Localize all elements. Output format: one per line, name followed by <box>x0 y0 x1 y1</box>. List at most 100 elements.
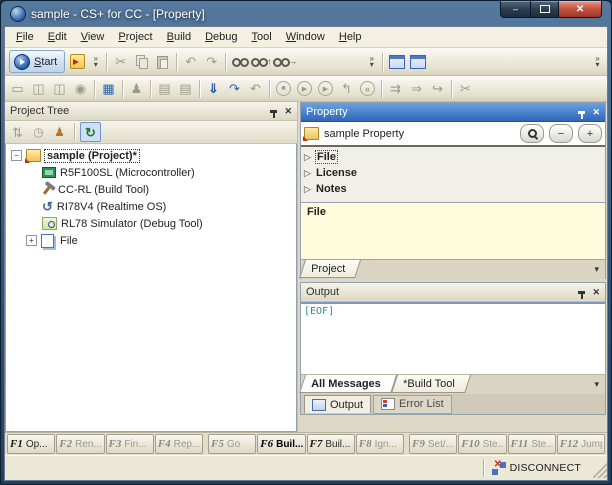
pin-icon[interactable] <box>578 291 585 294</box>
menu-file[interactable]: File <box>9 29 41 45</box>
menu-view[interactable]: View <box>74 29 112 45</box>
fkey-f4[interactable]: F4Rep... <box>155 434 203 454</box>
find-button[interactable] <box>230 52 249 72</box>
watch-window-button[interactable] <box>387 52 406 72</box>
sort-button[interactable]: ⇅ <box>8 123 27 141</box>
download-button[interactable]: ⇓ <box>204 79 223 99</box>
tab-project[interactable]: Project <box>299 260 361 278</box>
find-next-button[interactable]: → <box>273 52 297 72</box>
menu-debug[interactable]: Debug <box>198 29 244 45</box>
build-button[interactable]: ▤ <box>155 79 174 99</box>
tree-node-microcontroller[interactable]: R5F100SL (Microcontroller) <box>8 164 296 181</box>
tab-build-tool[interactable]: *Build Tool <box>391 375 471 393</box>
expand-icon[interactable]: + <box>26 235 37 246</box>
menu-edit[interactable]: Edit <box>41 29 74 45</box>
category-file[interactable]: ▷ File <box>301 149 605 165</box>
close-panel-icon[interactable]: ✕ <box>284 106 292 117</box>
exit-button[interactable] <box>68 52 87 72</box>
fkey-f9[interactable]: F9Set/... <box>409 434 457 454</box>
redo-button[interactable]: ↷ <box>202 52 221 72</box>
tree-node-project[interactable]: − sample (Project)* <box>8 147 296 164</box>
pin-icon[interactable] <box>270 110 277 113</box>
close-panel-icon[interactable]: ✕ <box>592 287 600 298</box>
expand-all-button[interactable]: + <box>578 124 602 143</box>
refresh-button[interactable]: ↻ <box>80 122 101 142</box>
fkey-f2[interactable]: F2Ren... <box>56 434 104 454</box>
detach-button[interactable]: ✂ <box>456 79 475 99</box>
search-button[interactable] <box>520 124 544 143</box>
category-notes[interactable]: ▷ Notes <box>301 181 605 197</box>
tab-dropdown-icon[interactable]: ▾ <box>594 264 599 275</box>
pin-icon[interactable] <box>578 111 585 114</box>
toolbar-separator <box>106 53 107 71</box>
close-panel-icon[interactable]: ✕ <box>592 107 600 118</box>
menu-build[interactable]: Build <box>160 29 198 45</box>
editor-window-button[interactable]: ▭ <box>8 79 27 99</box>
output-title: Output <box>306 286 574 298</box>
tab-output[interactable]: Output <box>304 395 371 413</box>
tab-error-list[interactable]: Error List <box>373 395 452 414</box>
maximize-button[interactable] <box>531 1 558 18</box>
undo-button[interactable]: ↶ <box>181 52 200 72</box>
step-out-button[interactable]: ↪ <box>428 79 447 99</box>
fkey-f12[interactable]: F12Jump... <box>557 434 605 454</box>
menu-project[interactable]: Project <box>111 29 159 45</box>
toolbar-overflow-3[interactable]: »▾ <box>592 56 603 68</box>
tab-all-messages[interactable]: All Messages <box>299 375 397 393</box>
minimize-button[interactable]: – <box>500 1 531 18</box>
solution-window-button[interactable]: ▦ <box>99 79 118 99</box>
menu-window[interactable]: Window <box>279 29 332 45</box>
trace-panel-button[interactable]: ◉ <box>71 79 90 99</box>
watch-window-2-button[interactable] <box>408 52 427 72</box>
memory-panel-button[interactable]: ◫ <box>50 79 69 99</box>
category-license[interactable]: ▷ License <box>301 165 605 181</box>
menu-help[interactable]: Help <box>332 29 369 45</box>
step-over-button[interactable]: ⇒ <box>407 79 426 99</box>
fkey-f11[interactable]: F11Ste... <box>508 434 556 454</box>
paste-button[interactable] <box>153 52 172 72</box>
return-button[interactable]: ↰ <box>337 79 356 99</box>
user-filter-button[interactable]: ♟ <box>50 123 69 141</box>
rebuild-button[interactable]: ▤ <box>176 79 195 99</box>
collapse-icon[interactable]: − <box>11 150 22 161</box>
find-previous-button[interactable]: ↑ <box>251 52 271 72</box>
stop-button[interactable]: ■ <box>274 79 293 99</box>
output-header[interactable]: Output ✕ <box>301 283 605 302</box>
tree-node-realtime-os[interactable]: ↺ RI78V4 (Realtime OS) <box>8 198 296 215</box>
time-order-button[interactable]: ◷ <box>29 123 48 141</box>
fkey-f6[interactable]: F6Buil... <box>257 434 305 454</box>
fkey-f10[interactable]: F10Ste... <box>458 434 506 454</box>
run-no-break-button[interactable]: ▶ <box>316 79 335 99</box>
collapse-all-button[interactable]: − <box>549 124 573 143</box>
output-content[interactable]: [EOF] <box>301 302 605 374</box>
fkey-f8[interactable]: F8Ign... <box>356 434 404 454</box>
menu-tool[interactable]: Tool <box>245 29 279 45</box>
tree-node-file[interactable]: + File <box>8 232 296 249</box>
cut-button[interactable]: ✂ <box>111 52 130 72</box>
fkey-f3[interactable]: F3Fin... <box>106 434 154 454</box>
fkey-label: F2 <box>59 438 72 450</box>
build-and-download-button[interactable]: ↷ <box>225 79 244 99</box>
property-header[interactable]: Property ✕ <box>301 103 605 122</box>
panel-icon: ◫ <box>53 82 65 95</box>
toolbar-overflow-1[interactable]: »▾ <box>90 56 101 68</box>
resize-grip[interactable] <box>593 458 607 478</box>
fkey-f7[interactable]: F7Buil... <box>307 434 355 454</box>
user-setting-button[interactable]: ♟ <box>127 79 146 99</box>
start-button[interactable]: Start <box>9 50 65 73</box>
restart-button[interactable]: « <box>358 79 377 99</box>
fkey-f5[interactable]: F5Go <box>208 434 256 454</box>
close-button[interactable]: ✕ <box>558 1 602 18</box>
copy-button[interactable] <box>132 52 151 72</box>
project-tree-header[interactable]: Project Tree ✕ <box>5 102 297 121</box>
title-bar[interactable]: sample - CS+ for CC - [Property] – ✕ <box>4 1 608 26</box>
tab-dropdown-icon[interactable]: ▾ <box>594 379 599 390</box>
run-button[interactable]: ▶ <box>295 79 314 99</box>
tree-node-build-tool[interactable]: CC-RL (Build Tool) <box>8 181 296 198</box>
fkey-f1[interactable]: F1Op... <box>7 434 55 454</box>
tree-node-debug-tool[interactable]: RL78 Simulator (Debug Tool) <box>8 215 296 232</box>
reset-button[interactable]: ↶ <box>246 79 265 99</box>
watch-panel-button[interactable]: ◫ <box>29 79 48 99</box>
toolbar-overflow-2[interactable]: »▾ <box>366 56 377 68</box>
step-in-button[interactable]: ⇉ <box>386 79 405 99</box>
